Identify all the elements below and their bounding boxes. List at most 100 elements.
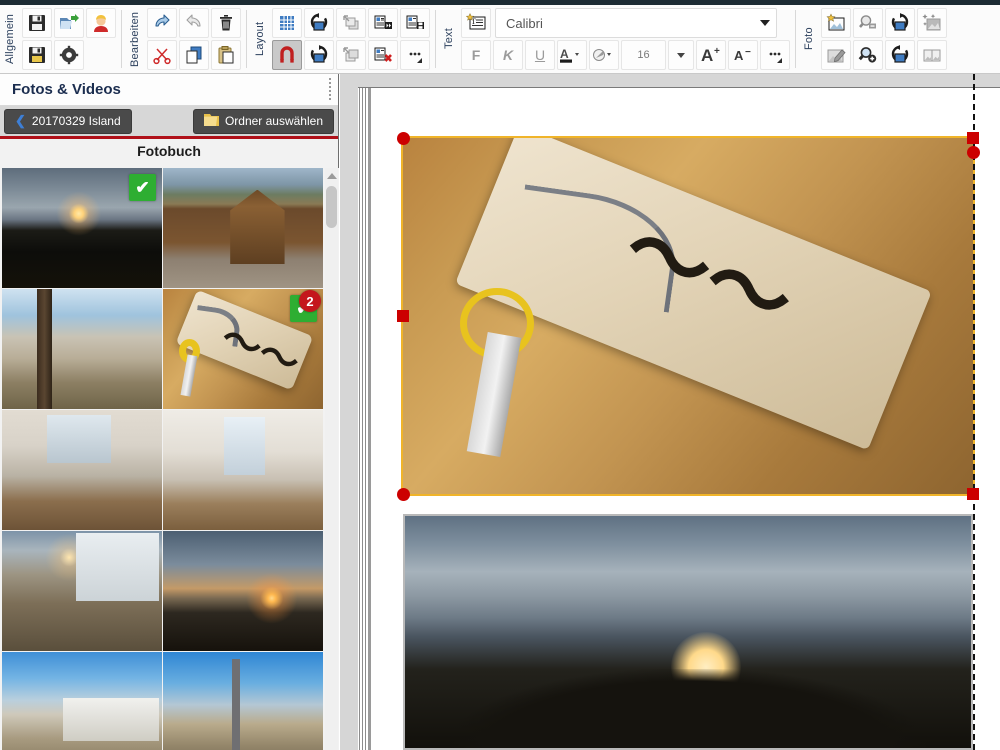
photo-layout-icon[interactable] xyxy=(917,40,947,70)
thumb-signpost[interactable] xyxy=(163,652,323,750)
panel-toolbar: ❮ 20170329 Island Ordner auswählen xyxy=(0,106,338,139)
page-spine-line-4 xyxy=(368,88,371,750)
ribbon-group-label-foto: Foto xyxy=(803,27,815,51)
page-spine-line-3 xyxy=(365,88,366,750)
thumbnail-image xyxy=(163,410,323,530)
page-title: Fotos & Videos xyxy=(12,81,121,98)
thumbnail-scrollbar[interactable] xyxy=(325,168,338,750)
avatar-icon[interactable] xyxy=(86,8,116,38)
font-size-dropdown-icon[interactable] xyxy=(668,40,694,70)
svg-text:+: + xyxy=(714,46,720,57)
save-icon[interactable] xyxy=(22,8,52,38)
thumbnail-image xyxy=(2,652,162,750)
sun-glow xyxy=(671,632,742,702)
back-button-label: 20170329 Island xyxy=(31,114,121,128)
magnet-snap-icon[interactable] xyxy=(272,40,302,70)
page-next-icon[interactable] xyxy=(368,8,398,38)
highlight-color-icon[interactable] xyxy=(589,40,619,70)
page-delete-icon[interactable] xyxy=(368,40,398,70)
section-title-fotobuch: Fotobuch xyxy=(0,139,338,163)
ribbon-group-allgemein: Allgemein xyxy=(0,5,118,73)
thumbnail-image xyxy=(163,531,323,651)
svg-text:A: A xyxy=(560,47,569,61)
rotate-photo-right-icon[interactable] xyxy=(885,8,915,38)
vertical-snap-guide xyxy=(973,74,975,750)
more-options-icon[interactable] xyxy=(400,40,430,70)
handle-bottom-left[interactable] xyxy=(396,487,410,501)
canvas-photo-key-tag[interactable]: 〜〜 xyxy=(401,136,975,496)
font-grow-icon[interactable]: A + xyxy=(696,40,726,70)
thumbnail-list[interactable]: ✔ 〜〜✔2 xyxy=(0,168,339,750)
grid-icon[interactable] xyxy=(272,8,302,38)
panel-header: Fotos & Videos xyxy=(0,74,338,106)
thumb-hot-tub[interactable] xyxy=(2,531,162,651)
font-shrink-icon[interactable]: A − xyxy=(728,40,758,70)
thumb-turf-hut[interactable] xyxy=(163,168,323,288)
thumb-reception-sign[interactable] xyxy=(2,289,162,409)
settings-gear-icon[interactable] xyxy=(54,40,84,70)
insert-textbox-icon[interactable]: T xyxy=(461,8,491,38)
page-save-icon[interactable] xyxy=(400,8,430,38)
save-as-icon[interactable] xyxy=(22,40,52,70)
rotate-photo-left-icon[interactable] xyxy=(885,40,915,70)
ribbon-group-label-layout: Layout xyxy=(254,21,266,57)
rotate-left-icon[interactable] xyxy=(304,8,334,38)
italic-icon[interactable]: K xyxy=(493,40,523,70)
photos-videos-panel: Fotos & Videos ❮ 20170329 Island Ordner … xyxy=(0,74,339,750)
ribbon-separator-1 xyxy=(121,10,122,68)
save-export-icon[interactable] xyxy=(54,8,84,38)
bold-icon[interactable]: F xyxy=(461,40,491,70)
bring-forward-icon[interactable] xyxy=(336,40,366,70)
send-backward-icon[interactable] xyxy=(336,8,366,38)
font-color-icon[interactable]: A xyxy=(557,40,587,70)
back-to-folder-button[interactable]: ❮ 20170329 Island xyxy=(4,108,132,134)
ribbon-group-layout: Layout xyxy=(250,5,432,73)
choose-folder-label: Ordner auswählen xyxy=(224,114,323,128)
handle-top-left[interactable] xyxy=(396,131,410,145)
scrollbar-thumb[interactable] xyxy=(326,186,337,228)
cut-scissors-icon[interactable] xyxy=(147,40,177,70)
used-check-badge: ✔ xyxy=(129,174,156,201)
choose-folder-button[interactable]: Ordner auswählen xyxy=(192,108,334,134)
handle-top-right[interactable] xyxy=(967,132,979,144)
ribbon-group-label-allgemein: Allgemein xyxy=(4,13,16,65)
canvas-left-gutter xyxy=(340,74,358,736)
folder-icon xyxy=(203,113,219,130)
thumbnail-image xyxy=(2,289,162,409)
font-family-combobox[interactable]: Calibri xyxy=(495,8,777,38)
scroll-up-arrow-icon[interactable] xyxy=(326,170,337,181)
handle-bottom-right[interactable] xyxy=(967,488,979,500)
paste-icon[interactable] xyxy=(211,40,241,70)
redo-icon[interactable] xyxy=(179,8,209,38)
thumb-key-tag[interactable]: 〜〜✔2 xyxy=(163,289,323,409)
canvas-photo-sunset-hill[interactable] xyxy=(403,514,973,750)
thumb-sunset-hill[interactable]: ✔ xyxy=(2,168,162,288)
svg-text:A: A xyxy=(701,46,713,65)
undo-icon[interactable] xyxy=(147,8,177,38)
text-more-options-icon[interactable] xyxy=(760,40,790,70)
handle-top-right-rotate[interactable] xyxy=(966,145,980,159)
underline-icon[interactable]: U xyxy=(525,40,555,70)
page-spine-line-1 xyxy=(359,88,360,750)
add-photo-icon[interactable] xyxy=(821,8,851,38)
panel-drag-grip[interactable] xyxy=(326,76,334,102)
handle-mid-left[interactable] xyxy=(397,310,409,322)
page-spine-line-2 xyxy=(362,88,363,750)
thumbnail-image xyxy=(163,168,323,288)
font-family-value: Calibri xyxy=(506,15,543,31)
zoom-out-icon[interactable] xyxy=(853,8,883,38)
zoom-in-icon[interactable] xyxy=(853,40,883,70)
thumb-guesthouse[interactable] xyxy=(2,652,162,750)
font-size-input[interactable]: 16 xyxy=(621,40,666,70)
edit-photo-icon[interactable] xyxy=(821,40,851,70)
rotate-right-icon[interactable] xyxy=(304,40,334,70)
thumb-kitchen[interactable] xyxy=(163,410,323,530)
thumb-bedroom[interactable] xyxy=(2,410,162,530)
delete-trash-icon[interactable] xyxy=(211,8,241,38)
photo-effects-icon[interactable] xyxy=(917,8,947,38)
thumb-sunset-field[interactable] xyxy=(163,531,323,651)
ribbon-group-text: Text T Calibri F K U A 16 A + A − xyxy=(439,5,792,73)
ribbon-separator-4 xyxy=(795,10,796,68)
chevron-down-icon[interactable] xyxy=(760,20,770,26)
copy-icon[interactable] xyxy=(179,40,209,70)
